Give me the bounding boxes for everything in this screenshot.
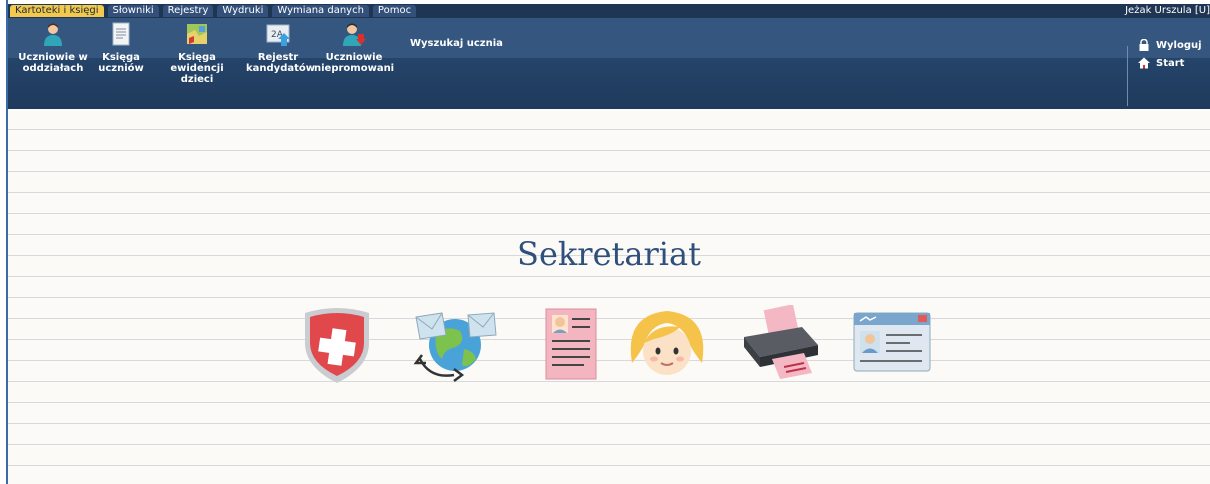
tool-label: Uczniowie w oddziałach: [18, 52, 88, 74]
window-left-border: [0, 0, 8, 484]
uczniowie-niepromowani-button[interactable]: Uczniowie niepromowani: [314, 18, 394, 104]
tool-label: Rejestr kandydatów: [246, 52, 315, 74]
tool-label: Księga uczniów: [98, 52, 144, 74]
register-2a-icon: 2A: [266, 24, 290, 46]
globe-mail-icon[interactable]: [408, 305, 502, 383]
page-title: Sekretariat: [517, 235, 701, 273]
document-card-icon[interactable]: [532, 305, 610, 383]
toolbar: Uczniowie w oddziałach Księga uczniów Ks…: [8, 18, 1210, 109]
menu-kartoteki[interactable]: Kartoteki i księgi: [10, 5, 104, 17]
ksiega-uczniow-button[interactable]: Księga uczniów: [96, 18, 146, 104]
app-window: Kartoteki i księgi Słowniki Rejestry Wyd…: [8, 0, 1210, 484]
id-card-icon[interactable]: [850, 305, 934, 383]
module-icons: [298, 305, 938, 395]
padlock-icon: [1139, 39, 1149, 51]
toolbar-divider: [1127, 46, 1128, 106]
menu-pomoc[interactable]: Pomoc: [372, 5, 417, 17]
printer-icon[interactable]: [738, 305, 822, 383]
rejestr-kandydatow-button[interactable]: 2A Rejestr kandydatów: [246, 18, 315, 104]
header: Kartoteki i księgi Słowniki Rejestry Wyd…: [8, 4, 1210, 109]
logout-label: Wyloguj: [1156, 39, 1202, 51]
main-menu: Kartoteki i księgi Słowniki Rejestry Wyd…: [10, 5, 417, 17]
home-icon: [1138, 57, 1150, 69]
menu-wymiana-danych[interactable]: Wymiana danych: [272, 5, 369, 17]
main-content: Sekretariat: [8, 109, 1210, 484]
tool-label: Uczniowie niepromowani: [314, 52, 395, 74]
menu-rejestry[interactable]: Rejestry: [162, 5, 214, 17]
tool-label: Księga ewidencji dzieci: [170, 52, 224, 85]
search-student-link[interactable]: Wyszukaj ucznia: [410, 38, 503, 49]
menu-bar: Kartoteki i księgi Słowniki Rejestry Wyd…: [8, 4, 1210, 18]
girl-face-icon[interactable]: [624, 305, 710, 383]
start-link[interactable]: Start: [1138, 54, 1202, 72]
shield-plus-icon[interactable]: [298, 305, 376, 383]
student-down-icon: [343, 23, 366, 46]
student-icon: [44, 23, 62, 46]
logout-link[interactable]: Wyloguj: [1138, 36, 1202, 54]
map-book-icon: [187, 24, 207, 44]
start-label: Start: [1156, 57, 1185, 69]
menu-wydruki[interactable]: Wydruki: [217, 5, 269, 17]
user-name: Jeżak Urszula [U]: [1125, 5, 1210, 16]
menu-slowniki[interactable]: Słowniki: [107, 5, 159, 17]
uczniowie-w-oddzialach-button[interactable]: Uczniowie w oddziałach: [12, 18, 94, 104]
right-links: Wyloguj Start: [1138, 36, 1202, 72]
book-icon: [112, 22, 130, 46]
ksiega-ewidencji-dzieci-button[interactable]: Księga ewidencji dzieci: [154, 18, 240, 104]
